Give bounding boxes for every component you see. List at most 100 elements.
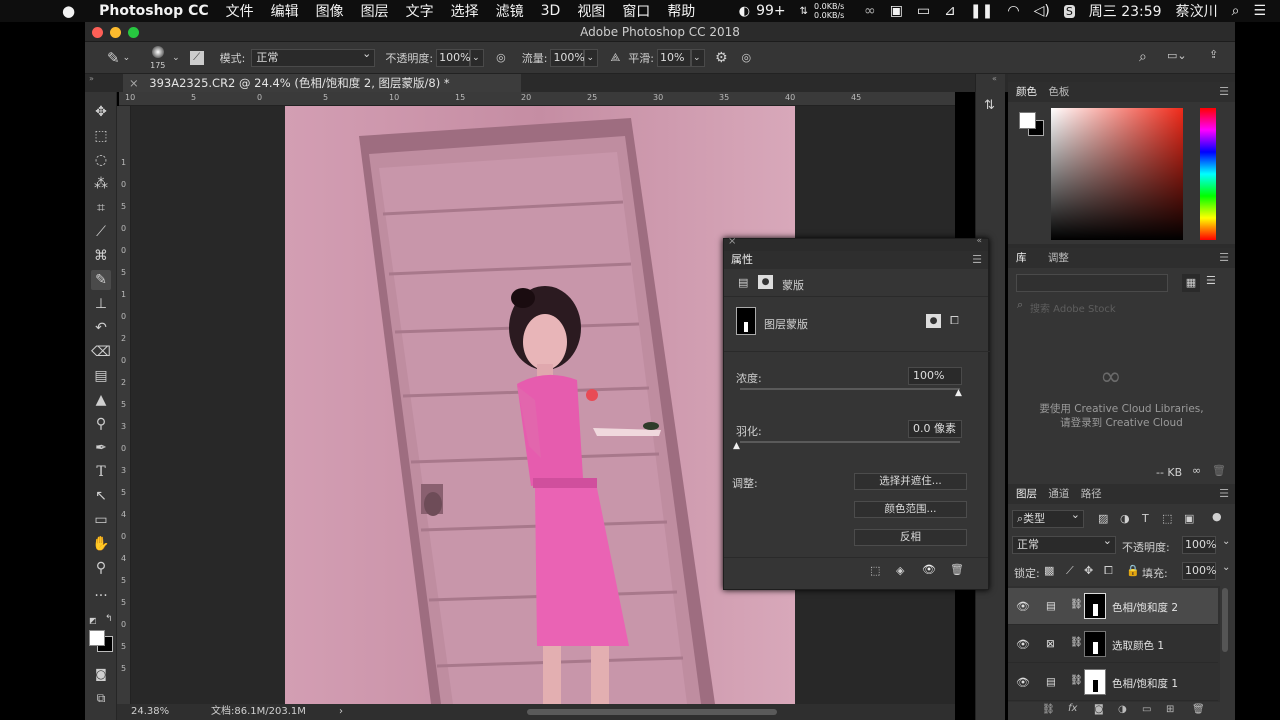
lock-image-icon[interactable]: ⟋ [1066,564,1074,578]
share-icon[interactable]: ⇪ [1209,48,1218,61]
new-group-icon[interactable]: ▭ [1142,704,1151,715]
eraser-tool-icon[interactable]: ⌫ [91,342,111,362]
layer-name[interactable]: 色相/饱和度 2 [1112,600,1178,615]
lock-transparent-icon[interactable]: ▩ [1044,564,1054,577]
mask-properties-icon[interactable]: ● [758,275,773,289]
blend-mode-select[interactable]: 正常 [1012,533,1116,554]
close-window-button[interactable] [92,27,103,38]
new-layer-icon[interactable]: ⊞ [1166,704,1174,715]
library-delete-icon[interactable]: 🗑 [1212,464,1226,477]
tab-adjustments[interactable]: 调整 [1048,252,1069,264]
expand-dock-icon[interactable]: « [992,74,997,83]
volume-icon[interactable]: ◁) [1034,3,1050,19]
apply-mask-icon[interactable]: ◈ [896,564,904,577]
display-icon[interactable]: ▭ [917,3,930,19]
layer-mask-thumbnail[interactable] [1084,631,1106,657]
layer-mask-thumbnail[interactable] [1084,669,1106,695]
rectangle-tool-icon[interactable]: ▭ [91,510,111,530]
select-and-mask-button[interactable]: 选择并遮住... [854,473,967,490]
grid-view-icon[interactable]: ▦ [1182,274,1200,292]
airbrush-icon[interactable]: ⟁ [610,51,620,65]
fx-icon[interactable]: fx [1068,703,1077,714]
horizontal-scrollbar[interactable] [527,709,777,715]
screen-mode-icon[interactable]: ⧉ [91,688,111,708]
library-select[interactable] [1016,274,1168,292]
menu-type[interactable]: 文字 [406,1,434,21]
apple-icon[interactable]: ● [62,2,75,20]
menu-edit[interactable]: 编辑 [271,1,299,21]
user-name[interactable]: 蔡汶川 [1176,1,1218,21]
opacity-field[interactable]: 100% [436,48,471,67]
lock-position-icon[interactable]: ✥ [1084,564,1093,577]
tab-paths[interactable]: 路径 [1081,488,1102,500]
layer-opacity-field[interactable]: 100% [1182,536,1216,554]
library-panel-menu-icon[interactable]: ☰ [1219,248,1229,268]
tab-swatches[interactable]: 色板 [1048,86,1069,98]
filter-toggle-icon[interactable]: ● [1212,510,1222,523]
more-tools-icon[interactable]: ··· [91,586,111,606]
zoom-tool-icon[interactable]: ⚲ [91,558,111,578]
default-colors-icon[interactable]: ◩ [89,616,97,625]
color-range-button[interactable]: 颜色范围... [854,501,967,518]
tab-layers[interactable]: 图层 [1016,488,1037,500]
status-menu-arrow[interactable]: › [339,704,343,720]
wifi-icon[interactable]: ◠ [1007,3,1019,19]
feather-slider-thumb[interactable]: ▲ [733,441,740,451]
feather-slider[interactable] [740,441,960,443]
smoothing-settings-icon[interactable]: ⚙ [715,50,728,66]
filter-pixel-icon[interactable]: ▨ [1098,512,1108,525]
menu-image[interactable]: 图像 [316,1,344,21]
marquee-tool-icon[interactable]: ⬚ [91,126,111,146]
wechat-icon[interactable]: ◐ [739,4,750,19]
flow-dropdown[interactable]: ⌄ [584,48,599,67]
properties-title[interactable]: 属性 [731,253,753,266]
color-fg-swatch[interactable] [1019,112,1036,129]
brush-panel-toggle-icon[interactable]: ⟋ [189,50,204,65]
layer-mask-thumbnail[interactable] [1084,593,1106,619]
menu-select[interactable]: 选择 [451,1,479,21]
maximize-window-button[interactable] [128,27,139,38]
spotlight-icon[interactable]: ⌕ [1232,3,1240,19]
notification-center-icon[interactable]: ☰ [1253,3,1266,19]
list-view-icon[interactable]: ☰ [1206,274,1216,287]
pixel-mask-icon[interactable]: ● [926,314,941,328]
invert-button[interactable]: 反相 [854,529,967,546]
toggle-mask-visibility-icon[interactable]: 👁 [922,563,936,576]
quick-select-tool-icon[interactable]: ⁂ [91,174,111,194]
airplay-icon[interactable]: ⊿ [944,3,956,19]
color-panel-menu-icon[interactable]: ☰ [1219,82,1229,102]
collapse-panel-icon[interactable]: « [976,236,982,246]
brush-preview[interactable]: 175 [148,44,168,72]
dodge-tool-icon[interactable]: ⚲ [91,414,111,434]
tab-libraries[interactable]: 库 [1016,252,1027,264]
tab-channels[interactable]: 通道 [1048,488,1069,500]
menu-view[interactable]: 视图 [577,1,605,21]
document-tab[interactable]: × 393A2325.CR2 @ 24.4% (色相/饱和度 2, 图层蒙版/8… [123,74,521,92]
evernote-icon[interactable]: ▣ [890,3,903,19]
minimize-window-button[interactable] [110,27,121,38]
healing-brush-tool-icon[interactable]: ⌘ [91,246,111,266]
filter-type-icon[interactable]: T [1142,512,1149,525]
gradient-tool-icon[interactable]: ▤ [91,366,111,386]
visibility-eye-icon[interactable]: 👁 [1016,638,1030,651]
workspace-icon[interactable]: ▭⌄ [1167,49,1187,62]
new-adjustment-icon[interactable]: ◑ [1118,704,1127,715]
brush-tool-icon[interactable]: ✎ [91,270,111,290]
close-panel-icon[interactable]: × [728,236,736,247]
collapse-toolbar-icon[interactable]: » [89,74,94,83]
mode-select[interactable]: 正常 [251,46,376,67]
sogou-icon[interactable]: S [1063,4,1075,18]
clock[interactable]: 周三 23:59 [1089,1,1162,21]
load-selection-icon[interactable]: ⬚ [870,564,880,577]
lock-artboard-icon[interactable]: ⧠ [1104,564,1113,578]
adjustment-properties-icon[interactable]: ▤ [738,276,748,289]
pen-tool-icon[interactable]: ✒ [91,438,111,458]
opacity-pressure-icon[interactable]: ◎ [496,51,506,64]
history-brush-tool-icon[interactable]: ↶ [91,318,111,338]
smoothing-field[interactable]: 10% [656,48,691,67]
pressure-size-icon[interactable]: ◎ [742,51,752,64]
fill-dropdown[interactable]: ⌄ [1222,562,1230,573]
link-icon[interactable]: ⛓ [1070,637,1083,648]
color-field[interactable] [1051,108,1183,240]
menu-layer[interactable]: 图层 [361,1,389,21]
